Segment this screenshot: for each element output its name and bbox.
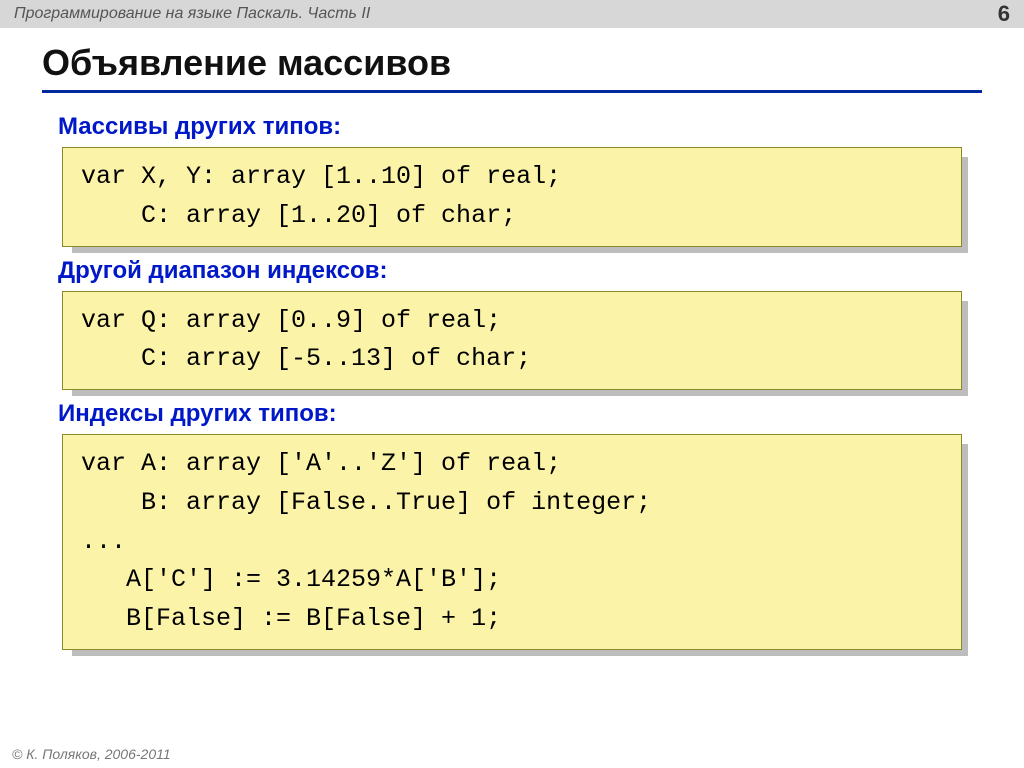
code-content-1: var X, Y: array [1..10] of real; C: arra… xyxy=(62,147,962,247)
slide: Программирование на языке Паскаль. Часть… xyxy=(0,0,1024,768)
footer: © К. Поляков, 2006-2011 xyxy=(12,746,171,762)
code-content-3: var A: array ['A'..'Z'] of real; B: arra… xyxy=(62,434,962,650)
copyright-icon: © xyxy=(12,746,22,762)
slide-title: Объявление массивов xyxy=(42,42,982,93)
code-block-2: var Q: array [0..9] of real; C: array [-… xyxy=(62,291,962,391)
header-bar: Программирование на языке Паскаль. Часть… xyxy=(0,0,1024,28)
code-content-2: var Q: array [0..9] of real; C: array [-… xyxy=(62,291,962,391)
code-block-3: var A: array ['A'..'Z'] of real; B: arra… xyxy=(62,434,962,650)
slide-content: Массивы других типов: var X, Y: array [1… xyxy=(0,99,1024,650)
footer-text: К. Поляков, 2006-2011 xyxy=(26,746,170,762)
section-heading-1: Массивы других типов: xyxy=(58,113,966,141)
page-number: 6 xyxy=(998,1,1010,27)
code-block-1: var X, Y: array [1..10] of real; C: arra… xyxy=(62,147,962,247)
header-title: Программирование на языке Паскаль. Часть… xyxy=(14,5,370,23)
section-heading-2: Другой диапазон индексов: xyxy=(58,257,966,285)
section-heading-3: Индексы других типов: xyxy=(58,400,966,428)
